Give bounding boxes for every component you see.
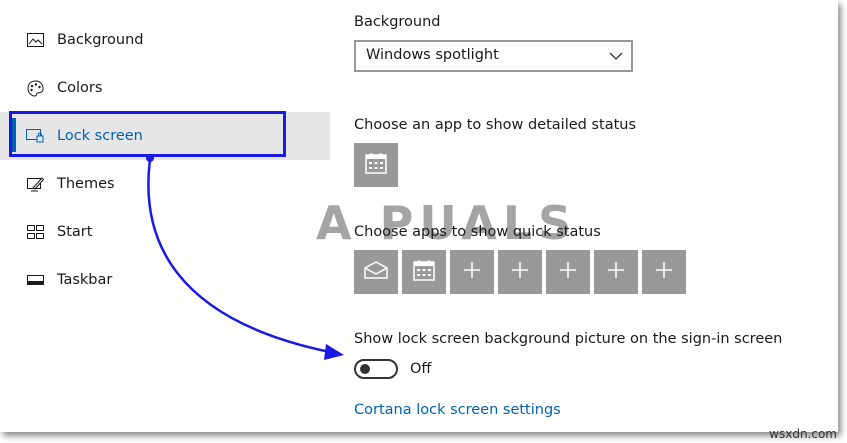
mail-icon [364,261,388,283]
plus-icon [512,262,528,282]
plus-icon [608,262,624,282]
quick-status-label: Choose apps to show quick status [354,224,601,240]
watermark-site: wsxdn.com [769,427,837,441]
picture-icon [26,31,44,49]
sidebar-item-colors[interactable]: Colors [0,64,330,112]
taskbar-icon [26,271,44,289]
sidebar-item-label: Start [57,224,93,240]
themes-icon [26,175,44,193]
quick-status-tile-add[interactable] [450,250,494,294]
plus-icon [656,262,672,282]
background-section-label: Background [354,14,441,30]
palette-icon [26,79,44,97]
plus-icon [560,262,576,282]
quick-status-tile-add[interactable] [498,250,542,294]
sidebar-item-label: Themes [57,176,115,192]
detailed-status-label: Choose an app to show detailed status [354,117,637,133]
calendar-icon [413,259,435,285]
sidebar-item-background[interactable]: Background [0,16,330,64]
selection-indicator [12,118,16,152]
toggle-state-label: Off [410,361,432,377]
quick-status-tile-add[interactable] [642,250,686,294]
background-dropdown[interactable]: Windows spotlight [354,40,633,72]
background-dropdown-value: Windows spotlight [366,47,499,63]
sidebar-item-themes[interactable]: Themes [0,160,330,208]
signin-picture-label: Show lock screen background picture on t… [354,331,783,347]
settings-window: Background Colors Lock screen Themes Sta… [0,0,838,432]
signin-picture-toggle[interactable] [354,359,398,379]
sidebar-item-label: Lock screen [57,128,143,144]
quick-status-tile-add[interactable] [594,250,638,294]
toggle-knob [360,364,370,374]
lock-screen-icon [26,127,44,145]
quick-status-tile-add[interactable] [546,250,590,294]
sidebar-item-lock-screen[interactable]: Lock screen [0,112,330,160]
start-icon [26,223,44,241]
sidebar-item-label: Colors [57,80,103,96]
sidebar-item-taskbar[interactable]: Taskbar [0,256,330,304]
detailed-status-app-tile[interactable] [354,143,398,187]
sidebar-item-label: Background [57,32,144,48]
quick-status-tile-calendar[interactable] [402,250,446,294]
quick-status-tile-mail[interactable] [354,250,398,294]
calendar-icon [365,152,387,178]
sidebar-item-label: Taskbar [57,272,113,288]
plus-icon [464,262,480,282]
cortana-lock-screen-link[interactable]: Cortana lock screen settings [354,402,561,418]
watermark-logo: A PUALS [316,196,578,250]
sidebar-item-start[interactable]: Start [0,208,330,256]
chevron-down-icon [609,48,623,67]
